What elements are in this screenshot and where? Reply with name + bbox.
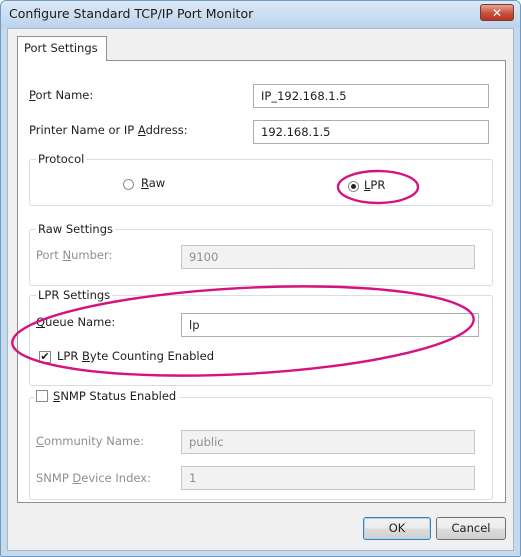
queue-name-label: Queue Name:	[36, 315, 116, 329]
close-button[interactable]: ✕	[480, 4, 514, 21]
checkmark-icon: ✔	[40, 350, 50, 363]
tab-port-settings[interactable]: Port Settings	[17, 36, 107, 61]
printer-address-input[interactable]: 192.168.1.5	[253, 120, 489, 144]
port-name-input[interactable]: IP_192.168.1.5	[253, 84, 489, 108]
lpr-radio-label[interactable]: LPR	[364, 178, 385, 192]
dialog-window: Configure Standard TCP/IP Port Monitor ✕…	[0, 0, 521, 557]
title-bar[interactable]: Configure Standard TCP/IP Port Monitor ✕	[1, 1, 520, 28]
port-number-input[interactable]: 9100	[181, 245, 475, 269]
ok-button[interactable]: OK	[363, 517, 431, 540]
port-number-label: Port Number:	[36, 248, 113, 262]
community-name-input[interactable]: public	[181, 430, 475, 454]
protocol-group: Protocol Raw LPR	[29, 152, 493, 206]
dialog-client-area: Port Settings Port Name: IP_192.168.1.5 …	[7, 28, 514, 551]
protocol-legend: Protocol	[36, 152, 87, 166]
lpr-settings-legend: LPR Settings	[36, 288, 113, 302]
raw-radio-label[interactable]: Raw	[141, 176, 165, 190]
lpr-byte-counting-checkbox[interactable]: ✔	[39, 351, 51, 363]
lpr-settings-group: LPR Settings Queue Name: lp ✔ LPR Byte C…	[29, 288, 493, 386]
lpr-byte-counting-label[interactable]: LPR Byte Counting Enabled	[57, 349, 214, 363]
snmp-group: SNMP Status Enabled Community Name: publ…	[29, 389, 493, 500]
port-settings-panel: Port Name: IP_192.168.1.5 Printer Name o…	[17, 60, 506, 503]
snmp-device-index-label: SNMP Device Index:	[36, 471, 151, 485]
lpr-radio[interactable]	[348, 181, 359, 192]
snmp-status-label[interactable]: SNMP Status Enabled	[53, 389, 176, 403]
snmp-legend: SNMP Status Enabled	[34, 389, 180, 403]
raw-settings-group: Raw Settings Port Number: 9100	[29, 222, 493, 286]
window-title: Configure Standard TCP/IP Port Monitor	[9, 6, 254, 21]
raw-radio[interactable]	[123, 179, 134, 190]
printer-address-label: Printer Name or IP Address:	[29, 123, 188, 137]
close-icon: ✕	[491, 6, 503, 20]
snmp-status-checkbox[interactable]	[36, 390, 48, 402]
cancel-button[interactable]: Cancel	[436, 517, 506, 540]
queue-name-input[interactable]: lp	[181, 313, 479, 337]
snmp-device-index-input[interactable]: 1	[181, 466, 475, 490]
raw-settings-legend: Raw Settings	[36, 222, 116, 236]
port-name-label: Port Name:	[29, 88, 94, 102]
community-name-label: Community Name:	[36, 434, 145, 448]
